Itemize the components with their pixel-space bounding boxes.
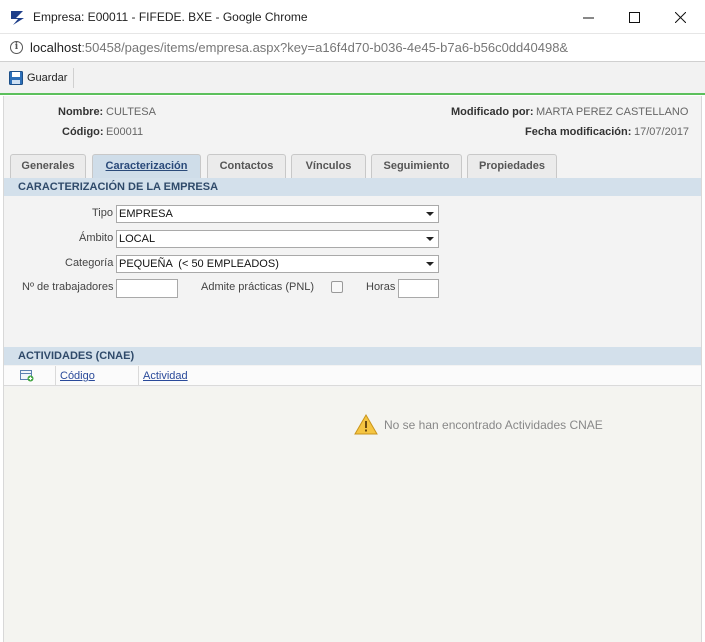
info-icon[interactable]: i [10, 41, 23, 54]
floppy-disk-icon [9, 71, 23, 85]
horas-label: Horas [366, 281, 396, 293]
tipo-select-value: EMPRESA [119, 208, 173, 220]
ambito-label: Ámbito [79, 232, 114, 244]
tab-caracterizacion[interactable]: Caracterización [92, 154, 201, 180]
nombre-label: Nombre: [58, 106, 104, 118]
url-host: localhost [30, 40, 82, 55]
window-title: Empresa: E00011 - FIFEDE. BXE - Google C… [33, 10, 308, 24]
modificado-value: MARTA PEREZ CASTELLANO [536, 106, 689, 118]
maximize-icon [628, 11, 640, 23]
add-row-icon[interactable] [20, 370, 34, 382]
fecha-label: Fecha modificación: [525, 126, 632, 138]
tab-vinculos[interactable]: Vínculos [291, 154, 366, 179]
tab-propiedades[interactable]: Propiedades [467, 154, 557, 179]
tipo-select[interactable]: EMPRESA [116, 205, 439, 223]
categoria-select[interactable]: PEQUEÑA (< 50 EMPLEADOS) [116, 255, 439, 273]
actividades-grid-header: Código Actividad [4, 366, 701, 386]
fecha-value: 17/07/2017 [634, 126, 690, 138]
address-bar[interactable]: i localhost:50458/pages/items/empresa.as… [0, 34, 705, 62]
tab-contactos[interactable]: Contactos [207, 154, 286, 179]
maximize-button[interactable] [611, 0, 657, 34]
ambito-select-value: LOCAL [119, 233, 156, 245]
main-content: Nombre: CULTESA Código: E00011 Modificad… [3, 96, 702, 642]
categoria-select-value: PEQUEÑA (< 50 EMPLEADOS) [119, 258, 279, 270]
practicas-label: Admite prácticas (PNL) [201, 281, 315, 293]
chevron-down-icon[interactable] [422, 231, 438, 247]
tab-seguimiento[interactable]: Seguimiento [371, 154, 462, 179]
codigo-label: Código: [62, 126, 104, 138]
ambito-select[interactable]: LOCAL [116, 230, 439, 248]
categoria-label: Categoría [65, 257, 114, 269]
save-button-label: Guardar [27, 72, 68, 84]
actividades-section-header: ACTIVIDADES (CNAE) [4, 347, 701, 365]
save-button[interactable]: Guardar [4, 68, 75, 88]
caracterizacion-section-header: CARACTERIZACIÓN DE LA EMPRESA [4, 178, 701, 196]
modificado-label: Modificado por: [451, 106, 534, 118]
nombre-value: CULTESA [106, 106, 156, 118]
practicas-checkbox[interactable] [331, 281, 343, 293]
column-header-actividad[interactable]: Actividad [138, 366, 338, 386]
toolbar: Guardar [0, 62, 705, 95]
trabajadores-input[interactable] [116, 279, 178, 298]
column-header-codigo[interactable]: Código [55, 366, 139, 386]
codigo-value: E00011 [106, 126, 144, 138]
minimize-button[interactable] [565, 0, 611, 34]
app-logo-icon [11, 11, 24, 25]
close-icon [674, 11, 686, 23]
tipo-label: Tipo [92, 207, 113, 219]
url-text[interactable]: localhost:50458/pages/items/empresa.aspx… [30, 40, 568, 55]
warning-icon [354, 414, 378, 435]
horas-input[interactable] [398, 279, 439, 298]
close-button[interactable] [657, 0, 703, 34]
trabajadores-label: Nº de trabajadores [22, 281, 114, 293]
empty-message-text: No se han encontrado Actividades CNAE [384, 417, 603, 432]
window-titlebar: Empresa: E00011 - FIFEDE. BXE - Google C… [0, 0, 705, 34]
tab-generales[interactable]: Generales [10, 154, 86, 179]
chevron-down-icon[interactable] [422, 206, 438, 222]
chevron-down-icon[interactable] [422, 256, 438, 272]
empty-message: No se han encontrado Actividades CNAE [354, 414, 603, 435]
minimize-icon [582, 17, 594, 18]
url-path: :50458/pages/items/empresa.aspx?key=a16f… [81, 40, 569, 55]
actividades-grid-body: No se han encontrado Actividades CNAE [4, 387, 701, 642]
